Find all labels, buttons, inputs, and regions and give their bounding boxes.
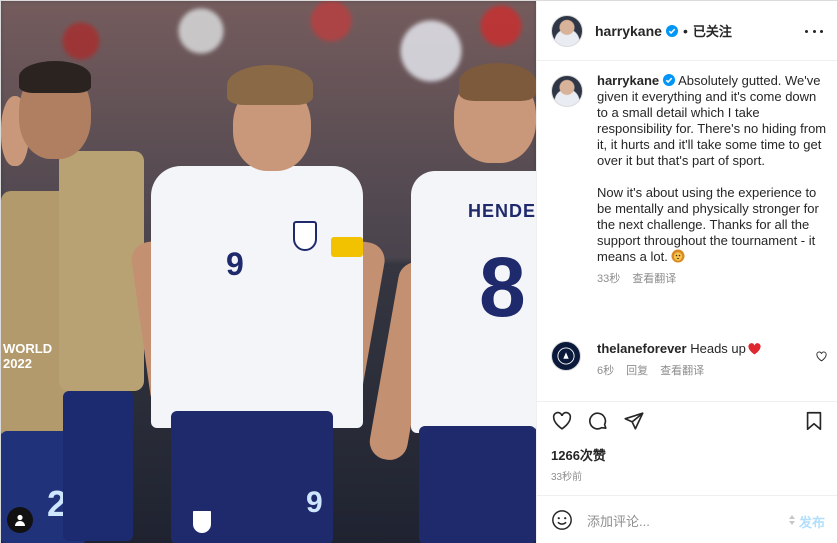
verified-badge-icon [665,24,678,37]
post-modal: 25 WORLD 2022 9 9 HENDERS 8 [0,0,837,543]
caption-meta: 33秒 查看翻译 [597,271,827,287]
comment-body: thelaneforever Heads up 6秒 回复 查看翻译 [597,341,827,379]
caption-age: 33秒 [597,273,621,285]
photo-center-shirt [151,166,363,428]
caption-text-2: Now it's about using the experience to b… [597,185,819,264]
photo-shorts-2 [63,391,133,541]
post-actions [537,401,837,439]
user-tag-icon [15,514,25,526]
caption-entry: harrykane Absolutely gutted. We've given… [551,73,827,287]
header-username[interactable]: harrykane [595,23,678,39]
scroll-arrows-icon [789,515,795,525]
photo-shorts-number-9: 9 [306,486,323,519]
header-username-text[interactable]: harrykane [595,23,662,39]
caption-body: harrykane Absolutely gutted. We've given… [597,73,827,287]
rooster-crest-icon [557,347,575,365]
comment-meta: 6秒 回复 查看翻译 [597,363,827,379]
post-header: harrykane • 已关注 [537,1,837,61]
photo-hair-right [459,63,536,101]
photo-number-9: 9 [226,246,244,282]
separator-dot: • [682,22,688,39]
caption-see-translation[interactable]: 查看翻译 [632,273,676,285]
photo-captain-armband [331,237,363,257]
comment-see-translation[interactable]: 查看翻译 [660,365,704,377]
bookmark-icon[interactable] [803,410,825,432]
caption-username[interactable]: harrykane [597,73,659,88]
photo-shorts-badge [191,509,213,535]
post-side-panel: harrykane • 已关注 harrykane Absolutely gut… [536,1,837,543]
comment-username[interactable]: thelaneforever [597,341,687,356]
red-heart-emoji-icon [748,343,761,355]
avatar[interactable] [551,14,583,47]
heart-icon[interactable] [551,410,573,432]
post-timestamp: 33秒前 [551,472,583,483]
photo-hair-center [227,65,313,105]
photo-sponsor-text: WORLD 2022 [3,341,53,371]
caption-verified-badge-icon [663,74,676,86]
photo-shirt-name: HENDERS [468,201,536,221]
likes-count[interactable]: 1266次赞 [551,445,606,464]
comment-text: Heads up [690,341,746,356]
comment-composer: 添加评论... 发布 [537,495,837,543]
comment-age: 6秒 [597,365,615,377]
photo-three-lions-badge [293,221,317,251]
caption-avatar[interactable] [551,75,583,107]
photo-hair-player-2 [19,61,91,93]
comment-icon[interactable] [587,410,609,432]
post-photo[interactable]: 25 WORLD 2022 9 9 HENDERS 8 [1,1,536,543]
like-comment-icon[interactable] [816,351,827,362]
photo-right-shorts [419,426,536,543]
comment-entry: thelaneforever Heads up 6秒 回复 查看翻译 [551,341,827,379]
comment-reply[interactable]: 回复 [626,365,648,377]
comments-list[interactable]: harrykane Absolutely gutted. We've given… [537,61,837,401]
tag-user-button[interactable] [7,507,33,533]
comment-avatar[interactable] [551,341,581,371]
follow-status-button[interactable]: 已关注 [693,21,732,40]
photo-number-8: 8 [479,240,526,334]
more-options-icon[interactable] [805,23,823,39]
photo-bib-player-2 [59,151,144,391]
share-icon[interactable] [623,410,645,432]
emoji-icon[interactable] [551,509,573,531]
lion-emoji-icon [671,249,685,263]
post-comment-button[interactable]: 发布 [799,512,825,531]
